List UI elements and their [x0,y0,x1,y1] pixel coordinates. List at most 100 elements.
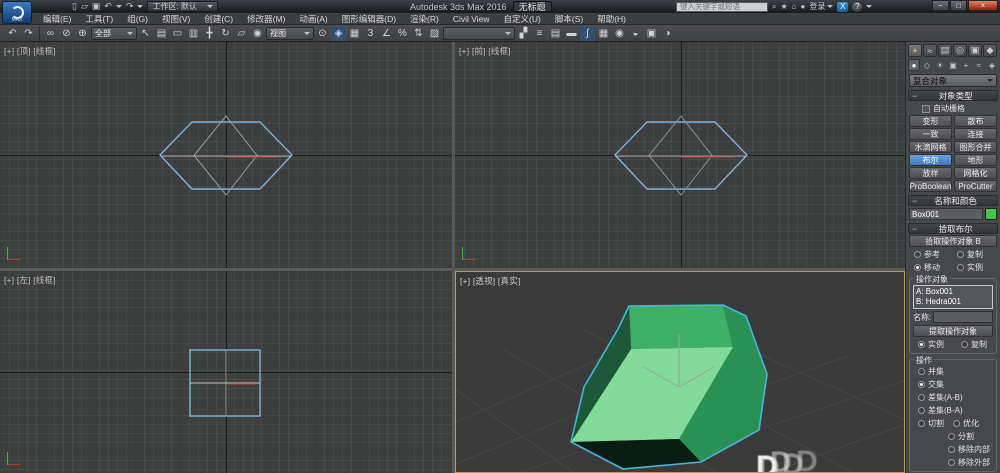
utilities-tab[interactable]: ◆ [983,44,997,57]
selection-filter-dropdown[interactable]: 全部 [91,27,137,40]
menu-tools[interactable]: 工具(T) [78,13,120,25]
user-icon[interactable]: ● [801,2,806,11]
rollout-object-type[interactable]: − 对象类型 [908,90,998,101]
rollout-name-color[interactable]: − 名称和颜色 [908,195,998,206]
viewport-perspective[interactable]: [+] [透视] [真实] D [455,271,905,473]
viewport-label-left[interactable]: [+] [左] [线框] [4,274,56,286]
coord-system-dropdown[interactable]: 视图 [266,27,314,40]
hierarchy-tab[interactable]: ▤ [938,44,952,57]
rotate-icon[interactable]: ↻ [218,26,233,41]
workspace-dropdown[interactable]: 工作区: 默认 [147,1,217,12]
named-sets-dropdown[interactable] [443,27,515,40]
sign-in-button[interactable]: 登录 [809,1,833,12]
remove-inside-radio[interactable] [948,446,955,453]
union-radio[interactable] [918,368,925,375]
copy-radio[interactable] [957,251,964,258]
blobmesh-button[interactable]: 水滴网格 [909,141,952,153]
select-object-icon[interactable]: ↖ [138,26,153,41]
material-editor-icon[interactable]: ◉ [612,26,627,41]
home-icon[interactable]: ⌂ [792,2,797,11]
proboolean-button[interactable]: ProBoolean [909,180,952,192]
search-icon[interactable]: ⌕ [772,2,776,12]
snap-toggle-icon[interactable]: 3 [363,26,378,41]
undo-icon[interactable]: ↶ [5,26,20,41]
remove-outside-radio[interactable] [948,459,955,466]
instance-radio[interactable] [957,264,964,271]
subtract-ba-radio[interactable] [918,407,925,414]
percent-snap-icon[interactable]: % [395,26,410,41]
edit-named-sets-icon[interactable]: ▨ [427,26,442,41]
menu-scripting[interactable]: 脚本(S) [548,13,590,25]
save-file-icon[interactable]: ▣ [92,1,101,12]
move-radio[interactable] [914,264,921,271]
boolean-button[interactable]: 布尔 [909,154,952,166]
systems-icon[interactable]: ◈ [986,59,998,71]
undo-dropdown-icon[interactable] [116,5,122,8]
redo-dropdown-icon[interactable] [137,5,143,8]
viewport-label-front[interactable]: [+] [前] [线框] [459,45,511,57]
operands-list[interactable]: A: Box001 B: Hedra001 [913,285,993,309]
refine-radio[interactable] [953,420,960,427]
geometry-icon[interactable]: ● [908,59,920,71]
search-input[interactable] [676,2,768,12]
terrain-button[interactable]: 地形 [954,154,997,166]
cut-radio[interactable] [918,420,925,427]
operand-name-field[interactable] [933,311,993,323]
menu-customize[interactable]: 自定义(U) [497,13,548,25]
pivot-center-icon[interactable]: ⊙ [315,26,330,41]
helpers-icon[interactable]: + [960,59,972,71]
maximize-button[interactable]: □ [950,0,967,11]
mirror-icon[interactable]: ▞ [516,26,531,41]
geometry-category-dropdown[interactable]: 复合对象 [909,74,997,87]
lights-icon[interactable]: ☀ [934,59,946,71]
subtract-ab-radio[interactable] [918,394,925,401]
application-menu-button[interactable]: MAX [2,1,32,24]
viewport-label-perspective[interactable]: [+] [透视] [真实] [460,275,520,287]
object-color-swatch[interactable] [985,208,997,220]
menu-animation[interactable]: 动画(A) [292,13,334,25]
rect-region-icon[interactable]: ▭ [170,26,185,41]
viewport-left[interactable]: [+] [左] [线框] [0,271,452,473]
bind-spacewarp-icon[interactable]: ⊕ [75,26,90,41]
exchange-apps-icon[interactable]: X [837,2,848,12]
curve-editor-icon[interactable]: ∫ [580,26,595,41]
minimize-button[interactable]: − [932,0,949,11]
menu-help[interactable]: 帮助(H) [590,13,633,25]
reference-radio[interactable] [914,251,921,258]
rendered-frame-icon[interactable]: ▣ [644,26,659,41]
angle-snap-icon[interactable]: ∠ [379,26,394,41]
move-icon[interactable]: ╋ [202,26,217,41]
display-tab[interactable]: ▣ [968,44,982,57]
link-icon[interactable]: ∞ [43,26,58,41]
pick-operand-b-button[interactable]: 拾取操作对象 B [909,235,997,247]
extract-copy-radio[interactable] [961,341,968,348]
redo-icon[interactable]: ↷ [126,1,134,12]
open-file-icon[interactable]: ▱ [81,1,88,12]
select-by-name-icon[interactable]: ▤ [154,26,169,41]
ribbon-toggle-icon[interactable]: ▬ [564,26,579,41]
schematic-view-icon[interactable]: ▦ [596,26,611,41]
scale-icon[interactable]: ▱ [234,26,249,41]
create-tab[interactable]: + [908,44,922,57]
shapes-icon[interactable]: ◇ [921,59,933,71]
menu-modifiers[interactable]: 修改器(M) [240,13,292,25]
menu-edit[interactable]: 编辑(E) [36,13,78,25]
star-icon[interactable]: ★ [780,2,787,11]
place-icon[interactable]: ◉ [250,26,265,41]
operand-a[interactable]: A: Box001 [916,287,990,297]
spinner-snap-icon[interactable]: ⇅ [411,26,426,41]
menu-civil-view[interactable]: Civil View [446,13,497,25]
menu-rendering[interactable]: 渲染(R) [403,13,446,25]
menu-group[interactable]: 组(G) [120,13,155,25]
unlink-icon[interactable]: ⊘ [59,26,74,41]
render-production-icon[interactable]: ◑ [660,26,675,41]
procutter-button[interactable]: ProCutter [954,180,997,192]
undo-icon[interactable]: ↶ [104,1,112,12]
manipulate-icon[interactable]: ◈ [331,26,346,41]
morph-button[interactable]: 变形 [909,115,952,127]
align-icon[interactable]: ≡ [532,26,547,41]
motion-tab[interactable]: ◎ [953,44,967,57]
modify-tab[interactable]: ≈ [923,44,937,57]
split-radio[interactable] [948,433,955,440]
kbd-override-icon[interactable]: ▦ [347,26,362,41]
